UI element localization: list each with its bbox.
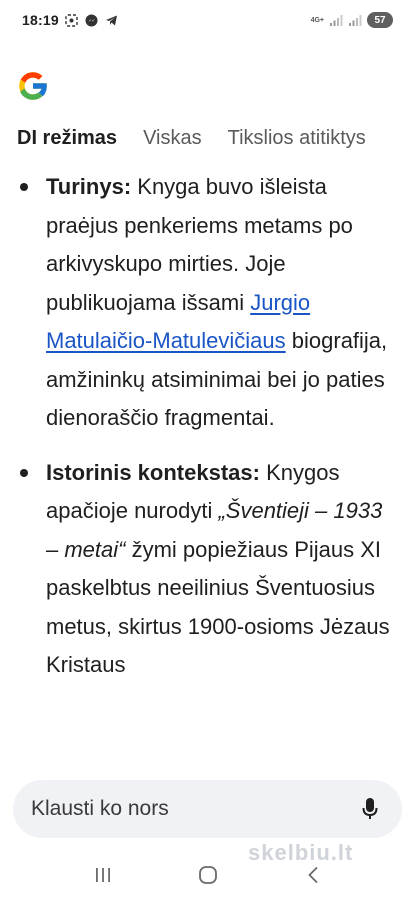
screenshot-icon (65, 13, 79, 27)
tab-all[interactable]: Viskas (143, 120, 202, 156)
mode-tabs: DI režimas Viskas Tikslios atitiktys (0, 120, 415, 156)
tab-exact-matches[interactable]: Tikslios atitiktys (228, 120, 366, 156)
item-term: Turinys: (46, 174, 132, 199)
ask-bar[interactable] (13, 780, 402, 838)
item-term: Istorinis kontekstas: (46, 459, 260, 485)
bullet-dot (20, 183, 28, 191)
messenger-icon (85, 13, 99, 27)
screen: 18:19 4G+ 57 DI režimas Viskas Tikslios … (0, 0, 415, 900)
tab-ai-mode[interactable]: DI režimas (17, 120, 117, 156)
home-icon[interactable] (188, 860, 228, 890)
signal-icon (329, 13, 343, 27)
bullet-dot (20, 468, 28, 477)
status-time: 18:19 (22, 12, 59, 28)
microphone-icon[interactable] (360, 796, 380, 822)
signal-2-icon (348, 13, 362, 27)
status-left: 18:19 (22, 12, 119, 28)
recent-apps-icon[interactable] (83, 860, 123, 890)
status-right: 4G+ 57 (311, 12, 393, 28)
network-label: 4G+ (310, 16, 324, 24)
ai-answer-content: Turinys: Knyga buvo išleista praėjus pen… (0, 168, 415, 685)
google-logo-icon[interactable] (15, 68, 51, 104)
list-item: Istorinis kontekstas: Knygos apačioje nu… (0, 454, 415, 685)
list-item: Turinys: Knyga buvo išleista praėjus pen… (0, 168, 415, 438)
watermark: skelbiu.lt (248, 840, 354, 865)
ask-input[interactable] (31, 797, 360, 821)
status-bar: 18:19 4G+ 57 (0, 0, 415, 40)
telegram-icon (105, 13, 119, 27)
battery-badge: 57 (367, 12, 393, 28)
